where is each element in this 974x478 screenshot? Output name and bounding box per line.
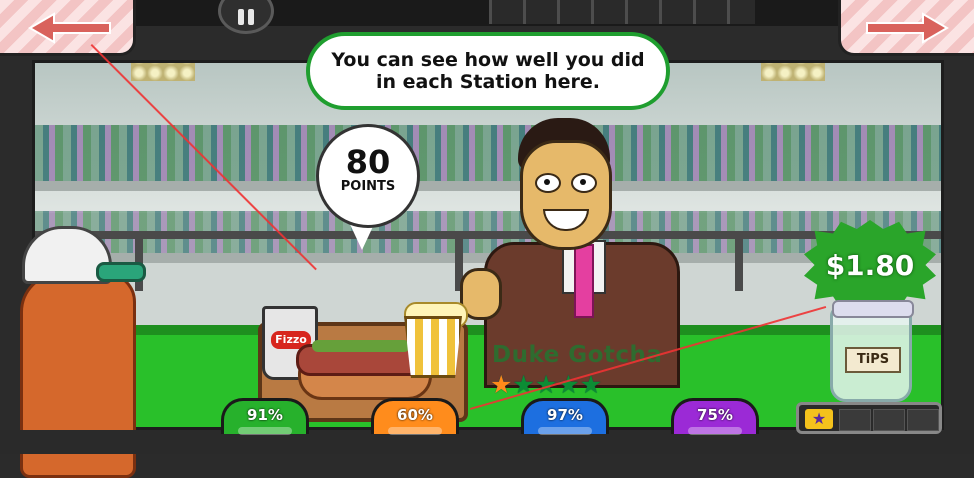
stadium-light-icon xyxy=(761,63,825,81)
station-score-3[interactable]: 97% xyxy=(521,398,609,435)
worker-character xyxy=(0,222,146,478)
customer-face xyxy=(520,140,612,250)
customer-eye xyxy=(571,173,597,193)
rail-post xyxy=(735,231,743,291)
back-button[interactable] xyxy=(0,0,136,56)
pause-button[interactable] xyxy=(218,0,274,34)
stadium-light-icon xyxy=(131,63,195,81)
tutorial-message-line2: in each Station here. xyxy=(375,71,601,93)
tips-badge: $1.80 xyxy=(804,220,936,310)
points-value: 80 xyxy=(345,143,391,181)
pause-icon xyxy=(238,9,244,25)
rank-indicator: ★ xyxy=(796,402,942,434)
top-bar-grille xyxy=(489,0,755,24)
pause-icon xyxy=(248,9,254,25)
station-score-2-value: 60% xyxy=(397,406,433,424)
rank-slot xyxy=(839,409,871,431)
customer-name: Duke Gotcha xyxy=(492,342,663,368)
station-score-1-value: 91% xyxy=(247,406,283,424)
customer-mouth xyxy=(543,209,589,231)
station-score-2[interactable]: 60% xyxy=(371,398,459,435)
next-button[interactable] xyxy=(838,0,974,56)
customer-character xyxy=(450,118,680,388)
points-label: POINTS xyxy=(340,179,396,194)
station-score-2-bar xyxy=(388,427,442,435)
arrow-right-icon xyxy=(866,12,949,44)
points-bubble: 80 POINTS xyxy=(316,124,420,228)
station-score-1-bar xyxy=(238,427,292,435)
arrow-left-icon xyxy=(28,12,111,44)
tips-jar: TiPS xyxy=(830,306,912,402)
customer-eye xyxy=(535,173,561,193)
station-score-4-bar xyxy=(688,427,742,435)
customer-tie xyxy=(574,244,594,318)
tutorial-speech-bubble: You can see how well you did in each Sta… xyxy=(306,32,670,110)
station-score-4[interactable]: 75% xyxy=(671,398,759,435)
rank-slot xyxy=(907,409,939,431)
tips-jar-lid xyxy=(832,300,914,318)
rank-star-icon: ★ xyxy=(805,409,833,429)
tutorial-message-line1: You can see how well you did xyxy=(331,49,645,71)
worker-cap-brim xyxy=(96,262,146,282)
tips-amount: $1.80 xyxy=(825,248,915,282)
station-score-1[interactable]: 91% xyxy=(221,398,309,435)
station-score-4-value: 75% xyxy=(697,406,733,424)
hot-dog-relish xyxy=(312,340,410,352)
tips-jar-label: TiPS xyxy=(845,347,901,373)
star-icon-empty: ★ xyxy=(557,370,580,399)
popcorn-box xyxy=(404,316,462,378)
star-icon-filled: ★ xyxy=(490,370,513,399)
station-score-3-value: 97% xyxy=(547,406,583,424)
station-score-3-bar xyxy=(538,427,592,435)
rank-slot xyxy=(873,409,905,431)
